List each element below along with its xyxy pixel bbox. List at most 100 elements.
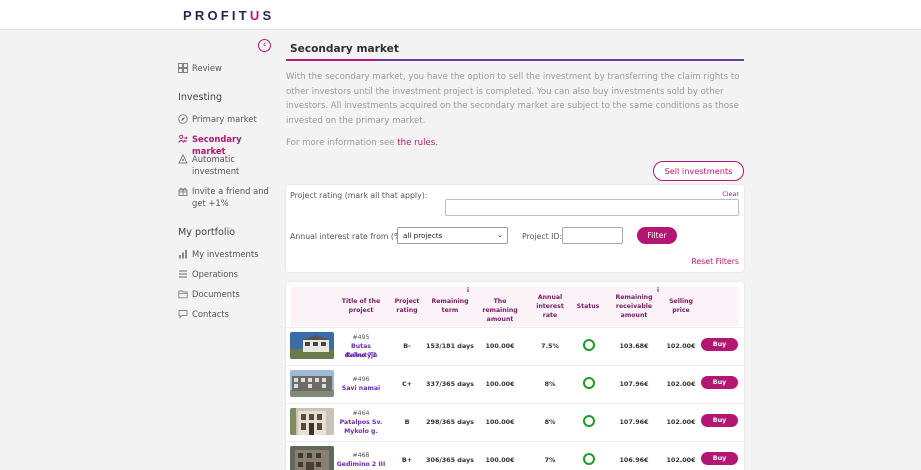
project-name-link[interactable]: Savi namai	[334, 384, 388, 393]
table-row[interactable]: #495 Butas dvibutyje Kalno 77 B- 153/181…	[286, 327, 744, 365]
project-name-link[interactable]: Patalpos Sv.	[334, 418, 388, 427]
project-id: #496	[352, 376, 370, 383]
info-icon[interactable]: i	[467, 287, 469, 294]
project-thumbnail[interactable]	[290, 408, 334, 435]
header-status: Status	[576, 303, 600, 310]
sidebar-item-operations[interactable]: Operations	[178, 268, 278, 280]
header-text: Remaining	[431, 298, 469, 305]
filter-panel: Project rating (mark all that apply): Cl…	[286, 185, 744, 272]
buy-button[interactable]: Buy	[701, 376, 738, 389]
header-text: amount	[486, 316, 514, 323]
sidebar-item-automatic-investment[interactable]: Automatic investment	[178, 153, 278, 177]
table-row[interactable]: #496 Savi namai C+ 337/365 days 100.00€ …	[286, 365, 744, 403]
rating-cell: B+	[401, 456, 413, 464]
rate-cell: 8%	[544, 418, 556, 426]
folder-icon	[178, 290, 188, 299]
header-text: Title of the	[341, 298, 381, 305]
title-underline	[286, 59, 744, 61]
header-text: Annual	[537, 294, 563, 301]
page-title: Secondary market	[290, 43, 399, 55]
project-id-input[interactable]	[562, 227, 623, 244]
project-name-link[interactable]: Gedimino 2 III	[334, 460, 388, 469]
project-thumbnail[interactable]	[290, 446, 334, 470]
amount-cell: 100.00€	[485, 456, 515, 464]
table-row[interactable]: #464 Patalpos Sv. Mykolo g. B 298/365 da…	[286, 403, 744, 441]
rate-cell: 7%	[544, 456, 556, 464]
header-text: Remaining	[615, 294, 653, 301]
interest-rate-select[interactable]: all projects ⌄	[397, 227, 508, 244]
investments-table: Title of the project Project rating Remain…	[286, 282, 744, 470]
project-name-link[interactable]: Kalno 77	[334, 351, 388, 360]
receivable-cell: 103.68€	[619, 342, 649, 350]
rate-cell: 7.5%	[541, 342, 559, 350]
project-id: #468	[352, 452, 370, 459]
interest-rate-value: all projects	[403, 231, 443, 240]
header-text: Selling	[669, 298, 693, 305]
sidebar-item-label: My investments	[192, 249, 259, 259]
reset-filters-link[interactable]: Reset Filters	[691, 257, 739, 266]
sidebar-item-documents[interactable]: Documents	[178, 288, 278, 300]
header-text: amount	[620, 312, 648, 319]
receivable-cell: 107.96€	[619, 418, 649, 426]
chat-icon	[178, 310, 188, 319]
header-remaining-term: Remaining term	[429, 297, 471, 315]
sidebar-item-invite-friend[interactable]: Invite a friend and get +1%	[178, 185, 278, 209]
project-name-link[interactable]: Mykolo g.	[334, 427, 388, 436]
sidebar-item-label: Operations	[192, 269, 239, 279]
project-thumbnail[interactable]	[290, 370, 334, 397]
receivable-cell: 106.96€	[619, 456, 649, 464]
rating-cell: B-	[403, 342, 411, 350]
status-ok-icon	[583, 339, 595, 351]
interest-label: Annual interest rate from (%)	[290, 232, 405, 241]
term-cell: 153/181 days	[426, 342, 474, 350]
rating-multiselect[interactable]	[445, 199, 739, 216]
profitus-logo[interactable]: PROFITUS	[183, 8, 274, 23]
project-id: #464	[352, 410, 370, 417]
sidebar-item-label: Automatic investment	[192, 154, 240, 176]
project-id: #495	[352, 334, 370, 341]
table-row[interactable]: #468 Gedimino 2 III B+ 306/365 days 100.…	[286, 441, 744, 470]
chevron-down-icon: ⌄	[497, 231, 503, 239]
sidebar-item-review[interactable]: Review	[178, 62, 278, 74]
section-title-investing: Investing	[178, 92, 223, 103]
header-text: rating	[396, 307, 418, 314]
more-info-prefix: For more information see	[286, 138, 398, 148]
header-selling-price: Selling price	[664, 297, 698, 315]
header-text: price	[672, 307, 690, 314]
price-cell: 102.00€	[666, 456, 696, 464]
list-icon	[179, 270, 187, 278]
header-interest-rate: Annual interest rate	[531, 293, 569, 320]
buy-button[interactable]: Buy	[701, 414, 738, 427]
sidebar-item-contacts[interactable]: Contacts	[178, 308, 278, 320]
header-text: interest	[536, 303, 564, 310]
bar-chart-icon	[179, 250, 187, 259]
header-text: rate	[542, 312, 558, 319]
buy-button[interactable]: Buy	[701, 338, 738, 351]
more-info-text: For more information see the rules.	[286, 138, 438, 148]
sell-investments-button[interactable]: Sell investments	[653, 161, 744, 181]
rules-link[interactable]: the rules.	[397, 138, 438, 148]
logo-accent-letter: U	[249, 8, 263, 23]
sidebar-item-primary-market[interactable]: Primary market	[178, 113, 278, 125]
term-cell: 298/365 days	[426, 418, 474, 426]
sidebar-item-label: Invite a friend and get +1%	[192, 186, 269, 208]
collapse-sidebar-button[interactable]: ‹	[258, 39, 271, 52]
project-id-label: Project ID:	[522, 232, 563, 241]
filter-button[interactable]: Filter	[637, 227, 677, 244]
sidebar-item-label: Primary market	[192, 114, 257, 124]
project-thumbnail[interactable]	[290, 332, 334, 359]
info-icon[interactable]: i	[657, 287, 659, 294]
rating-label: Project rating (mark all that apply):	[290, 191, 428, 200]
buy-button[interactable]: Buy	[701, 452, 738, 465]
rating-cell: B	[404, 418, 410, 426]
gift-icon	[178, 187, 188, 196]
sidebar-item-my-investments[interactable]: My investments	[178, 248, 278, 260]
people-exchange-icon	[178, 134, 188, 143]
price-cell: 102.00€	[666, 380, 696, 388]
rating-cell: C+	[401, 380, 413, 388]
logo-text-end: S	[262, 8, 275, 23]
clear-rating-link[interactable]: Clear	[722, 190, 739, 198]
header-text: receivable	[615, 303, 653, 310]
compass-icon	[178, 114, 188, 124]
building-photo-icon	[290, 332, 334, 359]
